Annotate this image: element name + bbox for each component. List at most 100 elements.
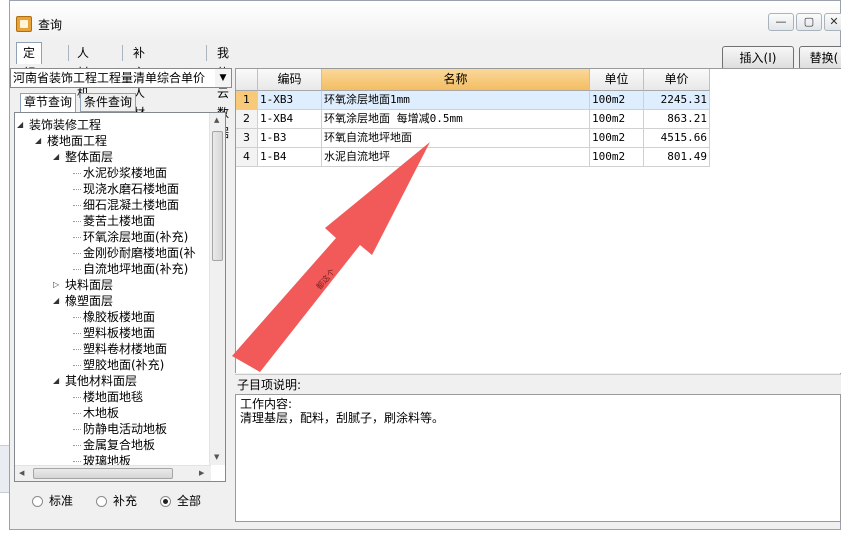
tree-item-label: 塑料卷材楼地面: [83, 342, 168, 356]
tree-item-label: 塑胶地面(补充): [83, 358, 165, 372]
column-header-code[interactable]: 编码: [258, 69, 322, 91]
cell-unit[interactable]: 100m2: [590, 91, 644, 110]
tab-labor-material[interactable]: 人材机: [70, 42, 96, 100]
scroll-right-icon[interactable]: ▶: [199, 469, 204, 477]
tree-item[interactable]: ◢ 其他材料面层: [53, 373, 137, 389]
column-header-name[interactable]: 名称: [322, 69, 590, 91]
cell-code[interactable]: 1-XB4: [258, 110, 322, 129]
expanded-triangle-icon[interactable]: ◢: [17, 117, 23, 133]
tree-item[interactable]: 现浇水磨石楼地面: [73, 181, 180, 197]
tree-horizontal-scrollbar[interactable]: ◀ ▶: [15, 465, 211, 481]
chevron-down-icon[interactable]: ▼: [215, 69, 231, 87]
scroll-thumb[interactable]: [33, 468, 173, 479]
close-button[interactable]: ✕: [824, 13, 841, 31]
cell-name[interactable]: 水泥自流地坪: [322, 148, 590, 167]
row-number[interactable]: 1: [236, 91, 258, 110]
tree-item[interactable]: 金刚砂耐磨楼地面(补: [73, 245, 196, 261]
tree-item[interactable]: ◢ 装饰装修工程: [17, 117, 101, 133]
tree-item-label: 防静电活动地板: [83, 422, 168, 436]
maximize-button[interactable]: ▢: [796, 13, 822, 31]
tree-item[interactable]: 防静电活动地板: [73, 421, 168, 437]
tree-item[interactable]: 环氧涂层地面(补充): [73, 229, 188, 245]
tree-connector: [73, 349, 81, 350]
tree-connector: [73, 333, 81, 334]
cell-unit[interactable]: 100m2: [590, 148, 644, 167]
minimize-button[interactable]: —: [768, 13, 794, 31]
tree-item[interactable]: 橡胶板楼地面: [73, 309, 155, 325]
replace-button[interactable]: 替换(: [799, 46, 841, 70]
tab-divider: [206, 45, 207, 61]
tree-item[interactable]: ◢ 整体面层: [53, 149, 114, 165]
tree-item-label: 水泥砂浆楼地面: [83, 166, 168, 180]
radio-standard[interactable]: 标准: [32, 494, 73, 508]
collapsed-triangle-icon[interactable]: ▷: [53, 277, 59, 293]
tab-chapter-query[interactable]: 章节查询: [20, 93, 77, 112]
title-bar: 查询 — ▢ ✕: [10, 1, 841, 41]
tree-item[interactable]: 塑料卷材楼地面: [73, 341, 168, 357]
cell-unit[interactable]: 100m2: [590, 129, 644, 148]
tree-item[interactable]: 塑料板楼地面: [73, 325, 156, 341]
tree-item[interactable]: ◢ 楼地面工程: [35, 133, 107, 149]
row-number[interactable]: 3: [236, 129, 258, 148]
tree-connector: [73, 445, 81, 446]
row-number[interactable]: 2: [236, 110, 258, 129]
tree-item[interactable]: 自流地坪地面(补充): [73, 261, 188, 277]
column-header-price[interactable]: 单价: [644, 69, 710, 91]
tree-vertical-scrollbar[interactable]: ▲ ▼: [209, 113, 225, 465]
radio-circle: [32, 496, 43, 507]
tree-item-label: 整体面层: [65, 150, 114, 164]
radio-label: 标准: [49, 494, 74, 508]
tree-item[interactable]: ▷ 块料面层: [53, 277, 113, 293]
tree-item[interactable]: 楼地面地毯: [73, 389, 143, 405]
tree-connector: [73, 221, 81, 222]
cell-code[interactable]: 1-B4: [258, 148, 322, 167]
tree-item[interactable]: 水泥砂浆楼地面: [73, 165, 168, 181]
app-icon: [16, 16, 32, 32]
tab-cloud-data[interactable]: 我的云数据: [210, 42, 236, 140]
description-heading: 工作内容:: [240, 397, 293, 411]
tab-quota[interactable]: 定额: [16, 42, 43, 80]
tree-item[interactable]: 细石混凝土楼地面: [73, 197, 180, 213]
cell-price[interactable]: 863.21: [644, 110, 710, 129]
tree-connector: [73, 397, 81, 398]
tree-item[interactable]: 木地板: [73, 405, 119, 421]
column-header-unit[interactable]: 单位: [590, 69, 644, 91]
tree-item[interactable]: 塑胶地面(补充): [73, 357, 165, 373]
expanded-triangle-icon[interactable]: ◢: [35, 133, 41, 149]
window-title: 查询: [38, 18, 63, 32]
radio-supplement[interactable]: 补充: [96, 494, 137, 508]
tab-condition-query[interactable]: 条件查询: [80, 93, 137, 112]
tree-connector: [73, 205, 81, 206]
description-content: 清理基层，配料，刮腻子，刷涂料等。: [240, 411, 445, 425]
expanded-triangle-icon[interactable]: ◢: [53, 293, 59, 309]
cell-code[interactable]: 1-B3: [258, 129, 322, 148]
row-number[interactable]: 4: [236, 148, 258, 167]
library-select[interactable]: 河南省装饰工程工程量清单综合单价 ▼: [10, 68, 232, 88]
scroll-up-icon[interactable]: ▲: [214, 116, 219, 124]
tree-item-label: 现浇水磨石楼地面: [83, 182, 180, 196]
tree-item[interactable]: 金属复合地板: [73, 437, 155, 453]
cell-price[interactable]: 2245.31: [644, 91, 710, 110]
tree-item[interactable]: ◢ 橡塑面层: [53, 293, 113, 309]
tree-item-label: 塑料板楼地面: [83, 326, 156, 340]
cell-name[interactable]: 环氧涂层地面1mm: [322, 91, 590, 110]
radio-label: 补充: [113, 494, 138, 508]
cell-unit[interactable]: 100m2: [590, 110, 644, 129]
scroll-thumb[interactable]: [212, 131, 223, 261]
expanded-triangle-icon[interactable]: ◢: [53, 373, 59, 389]
cell-price[interactable]: 4515.66: [644, 129, 710, 148]
tree-item-label: 细石混凝土楼地面: [83, 198, 180, 212]
cell-price[interactable]: 801.49: [644, 148, 710, 167]
tree-item[interactable]: 菱苦土楼地面: [73, 213, 155, 229]
tab-supplement-material[interactable]: 补充人材机: [126, 42, 152, 140]
cell-name[interactable]: 环氧涂层地面 每增减0.5mm: [322, 110, 590, 129]
tree-connector: [73, 365, 81, 366]
cell-code[interactable]: 1-XB3: [258, 91, 322, 110]
scroll-down-icon[interactable]: ▼: [214, 453, 219, 461]
insert-button[interactable]: 插入(I): [722, 46, 794, 70]
expanded-triangle-icon[interactable]: ◢: [53, 149, 59, 165]
tree-connector: [73, 413, 81, 414]
radio-all[interactable]: 全部: [160, 494, 201, 508]
scroll-left-icon[interactable]: ◀: [19, 469, 24, 477]
cell-name[interactable]: 环氧自流地坪地面: [322, 129, 590, 148]
